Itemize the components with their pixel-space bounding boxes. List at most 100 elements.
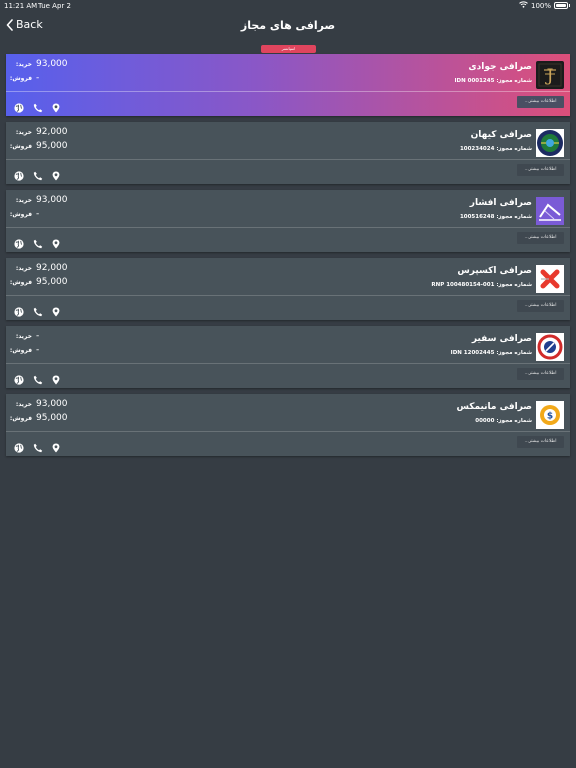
globe-icon[interactable] <box>14 234 24 253</box>
sell-price: 95,000 <box>36 141 68 151</box>
sell-price: - <box>36 345 40 355</box>
sell-price: - <box>36 209 40 219</box>
more-info-button[interactable]: اطلاعات بیشتر... <box>517 436 564 448</box>
buy-label: خرید: <box>15 61 32 68</box>
keyhan-logo <box>536 129 564 157</box>
buy-label: خرید: <box>15 197 32 204</box>
exchange-card[interactable]: $ صرافی مانیمکس شماره مجوز: 00000 خرید: 93,0… <box>6 394 570 456</box>
javadi-logo: J <box>536 61 564 89</box>
location-pin-icon[interactable] <box>52 166 60 185</box>
location-pin-icon[interactable] <box>52 370 60 389</box>
location-pin-icon[interactable] <box>52 234 60 253</box>
svg-text:$: $ <box>547 412 553 422</box>
more-info-button[interactable]: اطلاعات بیشتر... <box>517 96 564 108</box>
page-title: صرافی های مجاز <box>240 19 336 32</box>
buy-row: خرید: 92,000 <box>12 263 68 273</box>
globe-icon[interactable] <box>14 370 24 389</box>
phone-icon[interactable] <box>33 370 43 389</box>
exchange-name: صرافی کیهان <box>470 130 532 140</box>
buy-price: 92,000 <box>36 263 68 273</box>
sell-label: فروش: <box>9 347 32 354</box>
sponsored-badge: اسپانسر <box>261 45 316 53</box>
sell-label: فروش: <box>9 211 32 218</box>
status-date: Tue Apr 2 <box>38 2 71 10</box>
phone-icon[interactable] <box>33 302 43 321</box>
sell-row: فروش: - <box>9 73 40 83</box>
phone-icon[interactable] <box>33 166 43 185</box>
sell-price: 95,000 <box>36 277 68 287</box>
sell-row: فروش: - <box>9 345 40 355</box>
buy-price: 93,000 <box>36 59 68 69</box>
exchange-list: J صرافی جوادی شماره مجوز: IDN 0001245 خرید:… <box>6 54 570 462</box>
navigation-bar: Back صرافی های مجاز <box>0 12 576 40</box>
location-pin-icon[interactable] <box>52 302 60 321</box>
exchange-card[interactable]: صرافی سفیر شماره مجوز: IDN 12002445 خرید: -… <box>6 326 570 388</box>
more-info-button[interactable]: اطلاعات بیشتر... <box>517 232 564 244</box>
exchange-card[interactable]: J صرافی جوادی شماره مجوز: IDN 0001245 خرید:… <box>6 54 570 116</box>
exchange-card[interactable]: صرافی کیهان شماره مجوز: 100234024 خرید: 92,… <box>6 122 570 184</box>
contact-actions <box>14 370 60 389</box>
phone-icon[interactable] <box>33 438 43 457</box>
wifi-icon <box>519 1 528 10</box>
exchange-card[interactable]: صرافی افشار شماره مجوز: 100516248 خرید: 93,… <box>6 190 570 252</box>
buy-label: خرید: <box>15 401 32 408</box>
license-number: شماره مجوز: RNP 100480154-001 <box>431 282 532 288</box>
svg-text:J: J <box>545 66 554 86</box>
location-pin-icon[interactable] <box>52 98 60 117</box>
card-divider <box>6 227 570 228</box>
contact-actions <box>14 302 60 321</box>
exchange-name: صرافی سفیر <box>471 334 532 344</box>
sell-row: فروش: 95,000 <box>10 413 68 423</box>
more-info-button[interactable]: اطلاعات بیشتر... <box>517 300 564 312</box>
sell-price: 95,000 <box>36 413 68 423</box>
more-info-button[interactable]: اطلاعات بیشتر... <box>517 368 564 380</box>
buy-row: خرید: 92,000 <box>12 127 68 137</box>
battery-icon <box>554 2 568 9</box>
card-divider <box>6 363 570 364</box>
exchange-card[interactable]: صرافی اکسپرس شماره مجوز: RNP 100480154-00… <box>6 258 570 320</box>
license-number: شماره مجوز: IDN 12002445 <box>450 350 532 356</box>
sell-label: فروش: <box>9 143 32 150</box>
exchange-name: صرافی جوادی <box>468 62 532 72</box>
phone-icon[interactable] <box>33 234 43 253</box>
globe-icon[interactable] <box>14 98 24 117</box>
more-info-button[interactable]: اطلاعات بیشتر... <box>517 164 564 176</box>
card-divider <box>6 295 570 296</box>
buy-label: خرید: <box>15 333 32 340</box>
exchange-name: صرافی اکسپرس <box>457 266 532 276</box>
sell-label: فروش: <box>9 279 32 286</box>
express-logo <box>536 265 564 293</box>
buy-price: 93,000 <box>36 399 68 409</box>
license-number: شماره مجوز: 100516248 <box>459 214 532 220</box>
status-right: 100% <box>519 1 570 10</box>
sell-label: فروش: <box>9 75 32 82</box>
contact-actions <box>14 234 60 253</box>
buy-row: خرید: 93,000 <box>12 59 68 69</box>
location-pin-icon[interactable] <box>52 438 60 457</box>
battery-percent: 100% <box>530 1 551 10</box>
buy-label: خرید: <box>15 129 32 136</box>
card-divider <box>6 431 570 432</box>
license-number: شماره مجوز: 100234024 <box>459 146 532 152</box>
contact-actions <box>14 166 60 185</box>
safir-logo <box>536 333 564 361</box>
phone-icon[interactable] <box>33 98 43 117</box>
globe-icon[interactable] <box>14 438 24 457</box>
buy-label: خرید: <box>15 265 32 272</box>
afshar-logo <box>536 197 564 225</box>
buy-price: - <box>36 331 40 341</box>
card-divider <box>6 91 570 92</box>
buy-price: 93,000 <box>36 195 68 205</box>
battery-tip <box>569 4 570 7</box>
globe-icon[interactable] <box>14 302 24 321</box>
buy-row: خرید: 93,000 <box>12 195 68 205</box>
license-number: شماره مجوز: 00000 <box>475 418 532 424</box>
license-number: شماره مجوز: IDN 0001245 <box>454 78 532 84</box>
contact-actions <box>14 438 60 457</box>
globe-icon[interactable] <box>14 166 24 185</box>
exchange-name: صرافی مانیمکس <box>456 402 532 412</box>
card-divider <box>6 159 570 160</box>
moneymax-logo: $ <box>536 401 564 429</box>
sell-price: - <box>36 73 40 83</box>
status-time: 11:21 AM <box>4 2 38 10</box>
